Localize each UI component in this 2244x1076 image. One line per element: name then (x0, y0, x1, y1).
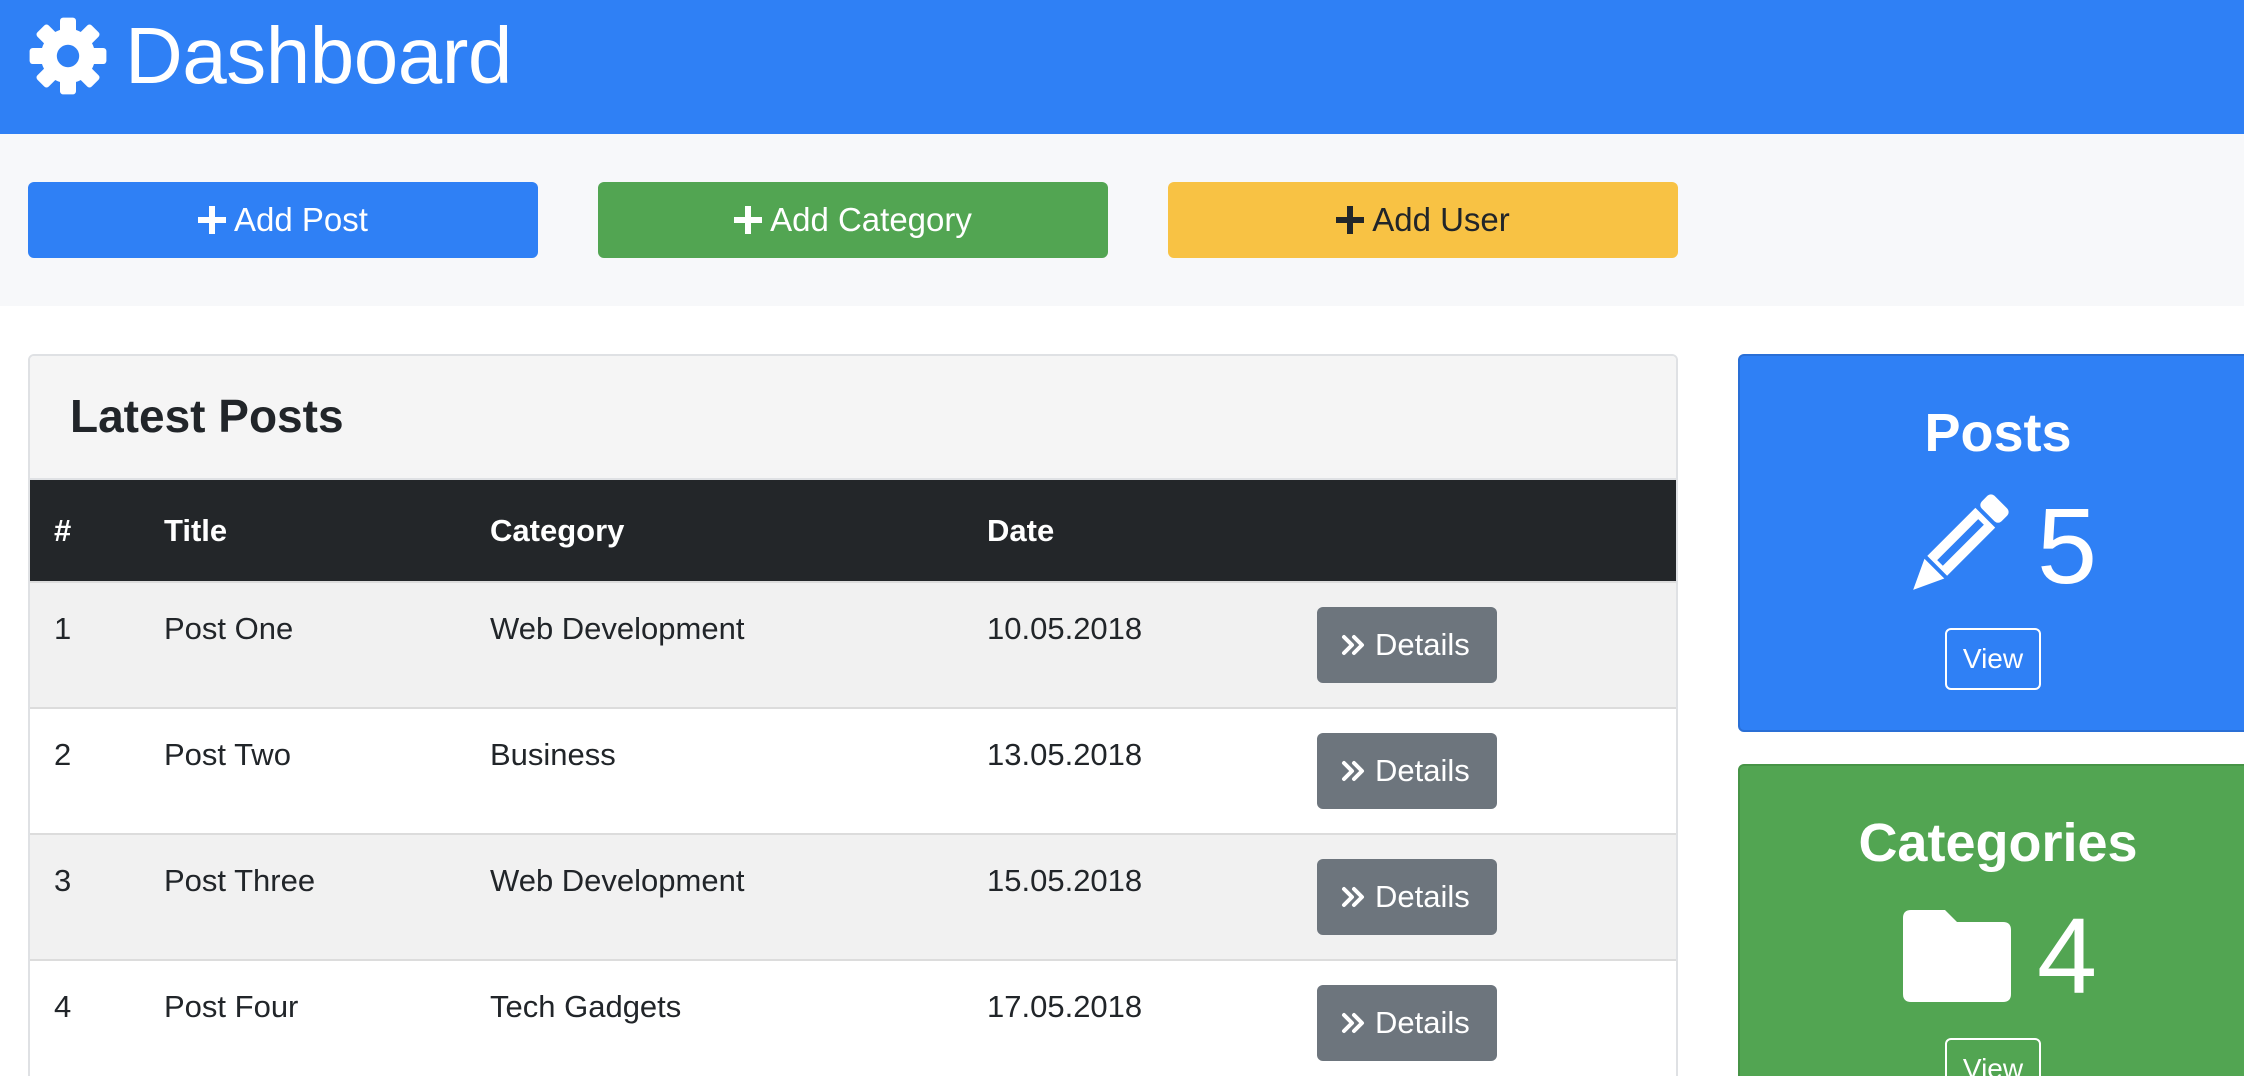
gear-icon (29, 17, 107, 95)
cell-category: Tech Gadgets (490, 989, 682, 1024)
posts-stat-panel: Posts 5 View (1738, 354, 2244, 732)
card-header: Latest Posts (30, 356, 1676, 480)
cell-category: Web Development (490, 863, 745, 898)
cell-date: 15.05.2018 (987, 863, 1143, 898)
details-label: Details (1375, 1005, 1470, 1040)
plus-icon (198, 206, 227, 234)
categories-stat-panel: Categories 4 View (1738, 764, 2244, 1076)
details-button[interactable]: Details (1317, 607, 1497, 683)
table-row: 2 Post Two Business 13.05.2018 Details (30, 708, 1676, 834)
cell-number: 1 (54, 611, 72, 646)
double-chevron-right-icon (1342, 761, 1364, 781)
cell-date: 17.05.2018 (987, 989, 1143, 1024)
cell-title: Post Three (164, 863, 316, 898)
posts-stat-row: 5 (1740, 486, 2244, 606)
cell-number: 2 (54, 737, 72, 772)
folder-icon (1902, 910, 2011, 1002)
add-category-label: Add Category (770, 201, 972, 238)
posts-view-button[interactable]: View (1945, 628, 2041, 690)
column-header-title: Title (164, 512, 228, 548)
details-label: Details (1375, 879, 1470, 914)
cell-title: Post Four (164, 989, 299, 1024)
add-category-button[interactable]: Add Category (598, 182, 1108, 258)
double-chevron-right-icon (1342, 635, 1364, 655)
column-header-category: Category (490, 512, 625, 548)
categories-view-button[interactable]: View (1945, 1038, 2041, 1076)
cell-category: Web Development (490, 611, 745, 646)
details-button[interactable]: Details (1317, 985, 1497, 1061)
cell-number: 4 (54, 989, 72, 1024)
categories-count: 4 (2036, 895, 2098, 1016)
plus-icon (1336, 206, 1365, 234)
table-row: 1 Post One Web Development 10.05.2018 De… (30, 582, 1676, 708)
posts-count: 5 (2036, 485, 2098, 606)
latest-posts-title: Latest Posts (70, 390, 344, 442)
add-post-label: Add Post (234, 201, 368, 238)
cell-title: Post Two (164, 737, 291, 772)
double-chevron-right-icon (1342, 887, 1364, 907)
cell-category: Business (490, 737, 616, 772)
cell-actions: Details (1317, 708, 1676, 834)
cell-date: 10.05.2018 (987, 611, 1143, 646)
cell-number: 3 (54, 863, 72, 898)
posts-stat-title: Posts (1924, 403, 2072, 463)
column-header-actions (1317, 480, 1676, 582)
categories-stat-row: 4 (1740, 896, 2244, 1016)
column-header-date: Date (987, 512, 1055, 548)
cell-actions: Details (1317, 834, 1676, 960)
add-user-button[interactable]: Add User (1168, 182, 1678, 258)
add-post-button[interactable]: Add Post (28, 182, 538, 258)
page-title: Dashboard (125, 11, 512, 100)
details-button[interactable]: Details (1317, 733, 1497, 809)
table-row: 4 Post Four Tech Gadgets 17.05.2018 Deta… (30, 960, 1676, 1076)
action-bar: Add Post Add Category Add User (0, 134, 2244, 306)
cell-actions: Details (1317, 582, 1676, 708)
pencil-icon (1913, 494, 2009, 590)
page-header: Dashboard (0, 0, 2244, 134)
categories-stat-title: Categories (1858, 813, 2138, 873)
cell-date: 13.05.2018 (987, 737, 1143, 772)
details-label: Details (1375, 627, 1470, 662)
plus-icon (734, 206, 763, 234)
cell-title: Post One (164, 611, 294, 646)
details-label: Details (1375, 753, 1470, 788)
double-chevron-right-icon (1342, 1013, 1364, 1033)
column-header-number: # (54, 512, 72, 548)
posts-table: # Title Category Date 1 Post One Web Dev… (30, 480, 1676, 1076)
table-header-row: # Title Category Date (30, 480, 1676, 582)
cell-actions: Details (1317, 960, 1676, 1076)
add-user-label: Add User (1372, 201, 1510, 238)
latest-posts-card: Latest Posts # Title Category Date 1 Pos… (28, 354, 1678, 1076)
table-row: 3 Post Three Web Development 15.05.2018 … (30, 834, 1676, 960)
details-button[interactable]: Details (1317, 859, 1497, 935)
